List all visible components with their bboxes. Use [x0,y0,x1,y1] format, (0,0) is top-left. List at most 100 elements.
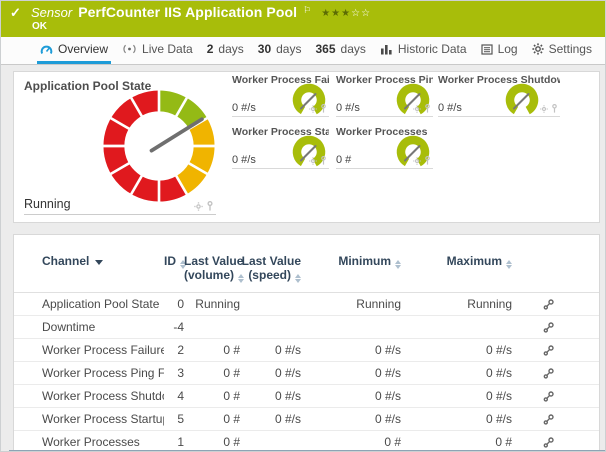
column-label: ID [164,254,176,268]
channel-settings-wrench-icon[interactable] [543,437,554,448]
table-row[interactable]: Worker Process Shutdo... 4 0 # 0 #/s 0 #… [14,385,599,408]
mini-gauge-worker-process-startup-failures[interactable]: Worker Process Startup Failu... 0 #/s [232,126,329,169]
pin-icon[interactable] [551,104,558,113]
channel-settings-wrench-icon[interactable] [543,322,554,333]
tab-30-days[interactable]: 30 days [255,37,305,64]
column-header-id[interactable]: ID [164,254,184,269]
tab-2-days[interactable]: 2 days [204,37,247,64]
table-row[interactable]: Worker Process Startup... 5 0 # 0 #/s 0 … [14,408,599,431]
application-pool-state-gauge[interactable] [93,80,225,212]
tab-365-days[interactable]: 365 days [312,37,368,64]
cell-id: 0 [164,293,184,316]
channel-settings-wrench-icon[interactable] [543,414,554,425]
cell-minimum: Running [301,293,401,316]
column-header-channel[interactable]: Channel [28,254,164,268]
tab-historic-data[interactable]: Historic Data [377,37,470,64]
tab-label: days [341,42,366,56]
cell-last-value-volume: 0 # [184,339,240,362]
tab-live-data[interactable]: Live Data [119,37,196,64]
column-header-last-value-volume[interactable]: Last Value(volume) [184,254,240,283]
pin-icon[interactable] [320,104,327,113]
pin-icon[interactable] [424,156,431,165]
sensor-header: ✓ Sensor PerfCounter IIS Application Poo… [1,1,605,37]
tab-label: Log [498,42,518,56]
cell-maximum: 0 #/s [401,362,512,385]
tab-label: Overview [58,42,108,56]
cell-id: 4 [164,385,184,408]
cell-last-value-volume: 0 # [184,362,240,385]
cell-last-value-speed: 0 #/s [240,408,301,431]
mini-gauge-value: 0 #/s [336,102,360,114]
mini-gauge-value: 0 #/s [438,102,462,114]
tab-number: 365 [315,42,335,56]
tab-overview[interactable]: Overview [37,37,111,64]
column-label: (speed) [248,268,291,282]
gear-icon[interactable] [413,157,421,165]
overview-gauges-panel: Application Pool State [13,71,600,223]
mini-gauge-worker-process-shutdown-failures[interactable]: Worker Process Shutdown Fa... 0 #/s [438,74,560,117]
cell-channel: Worker Process Startup... [28,408,164,431]
sort-icon [506,260,512,269]
table-row[interactable]: Downtime -4 [14,316,599,339]
cell-id: -4 [164,316,184,339]
cell-channel: Downtime [28,316,164,339]
column-label: Last Value [184,254,240,268]
mini-gauge-value: 0 # [336,154,351,166]
cell-channel: Worker Process Failures [28,339,164,362]
gear-icon[interactable] [194,202,203,211]
cell-last-value-volume: 0 # [184,408,240,431]
cell-last-value-volume: 0 # [184,431,240,452]
sensor-kind-label: Sensor [31,5,72,20]
channel-settings-wrench-icon[interactable] [543,391,554,402]
column-header-minimum[interactable]: Minimum [301,254,401,269]
column-header-last-value-speed[interactable]: Last Value(speed) [240,254,301,283]
pause-flag-icon[interactable]: ⚐ [303,5,311,16]
stars-empty: ☆☆ [351,8,371,19]
cell-maximum: 0 # [401,431,512,452]
tab-label: days [276,42,301,56]
table-row[interactable]: Worker Process Ping Fa... 3 0 # 0 #/s 0 … [14,362,599,385]
cell-last-value-volume: Running [184,293,240,316]
column-label: Maximum [447,254,502,268]
column-label: Channel [42,254,89,268]
cell-minimum: 0 #/s [301,362,401,385]
table-header-row: Channel ID Last Value(volume) Last Value… [14,235,599,293]
sensor-title-line: Sensor PerfCounter IIS Application Pool … [31,4,371,20]
content-area: Application Pool State [1,65,605,452]
cell-channel: Worker Process Ping Fa... [28,362,164,385]
mini-gauge-worker-process-ping-failures[interactable]: Worker Process Ping Failures 0 #/s [336,74,433,117]
cell-minimum: 0 #/s [301,339,401,362]
cell-channel: Worker Process Shutdo... [28,385,164,408]
gauge-icon [40,43,53,56]
mini-gauge-worker-processes[interactable]: Worker Processes 0 # [336,126,433,169]
channel-table-panel: Channel ID Last Value(volume) Last Value… [13,234,600,452]
column-label: Last Value [240,254,301,268]
cell-minimum: 0 #/s [301,385,401,408]
channel-settings-wrench-icon[interactable] [543,299,554,310]
gear-icon[interactable] [309,157,317,165]
column-header-maximum[interactable]: Maximum [401,254,512,269]
stars-filled: ★★★ [321,8,351,19]
channel-settings-wrench-icon[interactable] [543,345,554,356]
sort-caret-icon [95,260,103,265]
tab-log[interactable]: Log [478,37,521,64]
cell-minimum: 0 # [301,431,401,452]
cell-id: 2 [164,339,184,362]
table-row[interactable]: Worker Process Failures 2 0 # 0 #/s 0 #/… [14,339,599,362]
cell-maximum: Running [401,293,512,316]
channel-settings-wrench-icon[interactable] [543,368,554,379]
table-row[interactable]: Worker Processes 1 0 # 0 # 0 # [14,431,599,452]
priority-stars[interactable]: ★★★☆☆ [321,8,371,19]
cell-id: 1 [164,431,184,452]
pin-icon[interactable] [206,201,214,211]
mini-gauge-worker-process-failures[interactable]: Worker Process Failures 0 #/s [232,74,329,117]
cell-maximum: 0 #/s [401,385,512,408]
tab-settings[interactable]: Settings [529,37,595,64]
gear-icon[interactable] [413,105,421,113]
cell-maximum: 0 #/s [401,339,512,362]
table-row[interactable]: Application Pool State 0 Running Running… [14,293,599,316]
pin-icon[interactable] [320,156,327,165]
gear-icon[interactable] [309,105,317,113]
gear-icon[interactable] [540,105,548,113]
pin-icon[interactable] [424,104,431,113]
